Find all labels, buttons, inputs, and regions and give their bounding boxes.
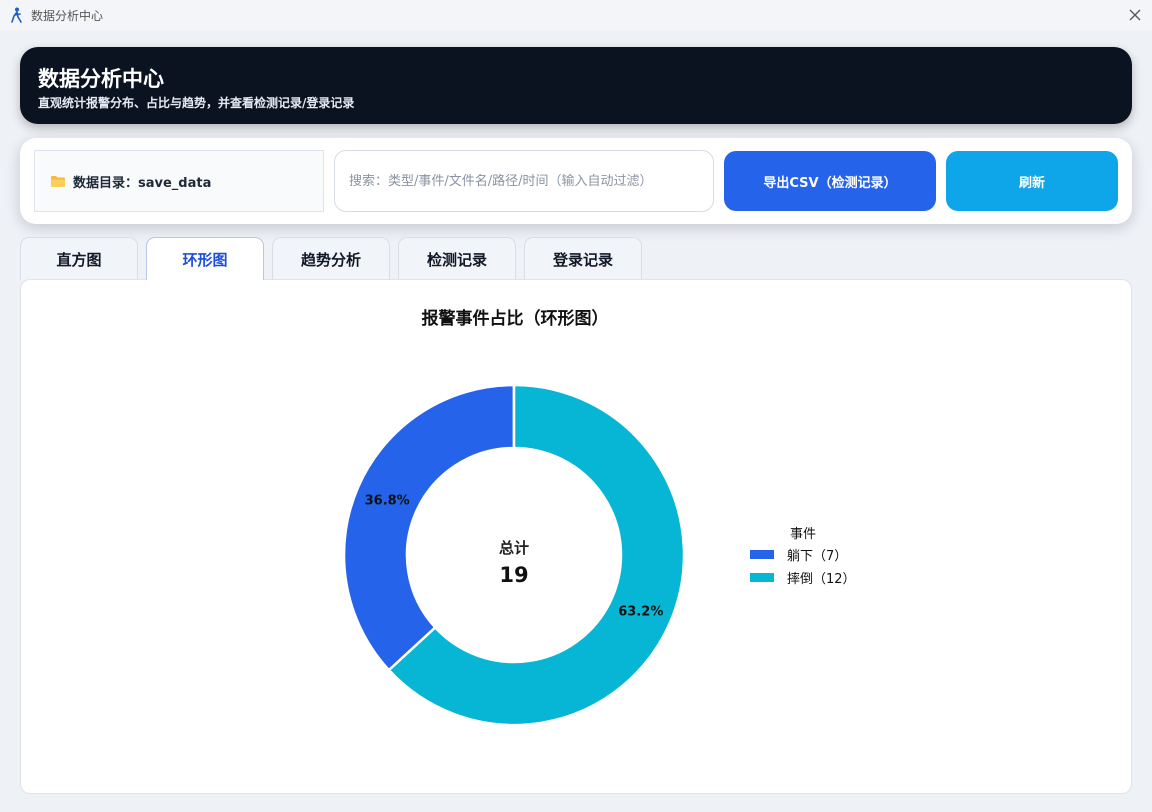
toolbar: 数据目录：save_data 导出CSV（检测记录） 刷新 [20, 138, 1132, 224]
legend-label: 躺下（7） [787, 549, 848, 564]
tab-detection-records[interactable]: 检测记录 [398, 237, 516, 280]
tab-donut-chart[interactable]: 环形图 [146, 237, 264, 280]
donut-slice-lying [342, 383, 516, 672]
tab-histogram[interactable]: 直方图 [20, 237, 138, 280]
page-subtitle: 直观统计报警分布、占比与趋势，并查看检测记录/登录记录 [38, 96, 355, 110]
legend-item-lying: 躺下（7） [750, 545, 847, 564]
donut-center-total: 19 [499, 563, 528, 587]
legend-item-fall: 摔倒（12） [750, 568, 856, 587]
legend-label: 摔倒（12） [787, 572, 856, 587]
donut-chart: 总计 19 36.8% 63.2% [342, 383, 686, 727]
close-icon[interactable] [1127, 7, 1143, 23]
page-title: 数据分析中心 [38, 67, 164, 91]
donut-center-label: 总计 [499, 539, 529, 557]
folder-icon [51, 176, 65, 187]
legend-swatch [750, 550, 774, 559]
header-banner: 数据分析中心 直观统计报警分布、占比与趋势，并查看检测记录/登录记录 [20, 47, 1132, 124]
window-titlebar: 数据分析中心 [0, 0, 1152, 30]
tab-login-records[interactable]: 登录记录 [524, 237, 642, 280]
export-csv-button[interactable]: 导出CSV（检测记录） [724, 151, 936, 211]
app-figure-icon [11, 7, 22, 23]
tab-trend-analysis[interactable]: 趋势分析 [272, 237, 390, 280]
data-directory-box: 数据目录：save_data [34, 150, 324, 212]
window-title: 数据分析中心 [31, 9, 104, 23]
refresh-button[interactable]: 刷新 [946, 151, 1118, 211]
donut-percent-label: 63.2% [618, 605, 663, 620]
data-directory-label: 数据目录：save_data [73, 175, 212, 191]
legend-title: 事件 [790, 527, 817, 542]
legend-swatch [750, 573, 774, 582]
search-input[interactable] [334, 150, 714, 212]
donut-percent-label: 36.8% [365, 493, 410, 508]
chart-panel: 报警事件占比（环形图） 总计 19 36.8% 63.2% 事件 躺下（7） 摔倒… [20, 279, 1132, 794]
